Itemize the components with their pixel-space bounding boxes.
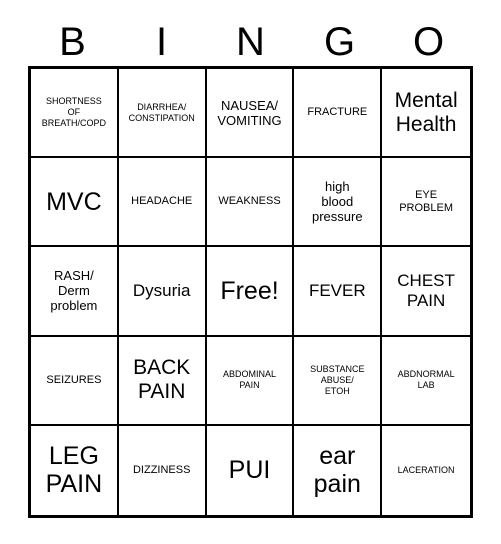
bingo-cell-label: SEIZURES	[46, 373, 102, 386]
bingo-cell-label: DIARRHEA/ CONSTIPATION	[128, 101, 195, 123]
bingo-cell-label: NAUSEA/ VOMITING	[217, 97, 282, 128]
bingo-cell[interactable]: SEIZURES	[31, 336, 119, 426]
bingo-cell[interactable]: ABDNORMAL LAB	[382, 336, 470, 426]
bingo-cell-label: ABDOMINAL PAIN	[222, 369, 276, 391]
bingo-cell[interactable]: SHORTNESS OF BREATH/COPD	[31, 69, 119, 159]
bingo-cell-label: Mental Health	[394, 88, 458, 136]
bingo-header-letter-n: N	[236, 20, 265, 64]
bingo-cell[interactable]: DIARRHEA/ CONSTIPATION	[118, 69, 207, 159]
bingo-header-letter-o: O	[412, 20, 445, 64]
bingo-header-letter-b: B	[59, 20, 86, 64]
bingo-cell[interactable]: Dysuria	[118, 247, 207, 337]
bingo-cell-free[interactable]: Free!	[206, 247, 295, 337]
bingo-cell-label: WEAKNESS	[218, 195, 281, 208]
bingo-cell-label: ear pain	[313, 442, 361, 499]
bingo-cell-label: RASH/ Derm problem	[50, 268, 98, 314]
bingo-cell-label: Dysuria	[132, 280, 191, 300]
bingo-cell[interactable]: WEAKNESS	[206, 158, 295, 248]
bingo-cell[interactable]: FRACTURE	[294, 69, 383, 159]
bingo-header: B I N G O	[28, 18, 473, 66]
bingo-cell-label: LACERATION	[397, 464, 455, 475]
bingo-header-letter-g: G	[323, 20, 356, 64]
bingo-cell[interactable]: MVC	[31, 158, 119, 248]
bingo-cell-label: HEADACHE	[131, 195, 193, 208]
bingo-cell[interactable]: HEADACHE	[118, 158, 207, 248]
bingo-cell[interactable]: Mental Health	[382, 69, 470, 159]
bingo-cell-label: FRACTURE	[307, 106, 368, 119]
bingo-cell[interactable]: high blood pressure	[294, 158, 383, 248]
bingo-cell-label: FEVER	[308, 280, 366, 300]
bingo-cell-label: LEG PAIN	[45, 442, 103, 499]
bingo-card: B I N G O SHORTNESS OF BREATH/COPD DIARRH…	[0, 0, 501, 544]
bingo-cell[interactable]: ear pain	[294, 425, 383, 515]
bingo-cell[interactable]: BACK PAIN	[118, 336, 207, 426]
bingo-cell-label: MVC	[46, 187, 102, 216]
bingo-cell-label: SHORTNESS OF BREATH/COPD	[41, 96, 107, 129]
bingo-cell-label: ABDNORMAL LAB	[397, 369, 455, 391]
bingo-cell[interactable]: LEG PAIN	[31, 425, 119, 515]
bingo-cell[interactable]: RASH/ Derm problem	[31, 247, 119, 337]
bingo-cell-label: BACK PAIN	[133, 356, 191, 404]
bingo-grid: SHORTNESS OF BREATH/COPD DIARRHEA/ CONSTI…	[28, 66, 473, 518]
bingo-cell[interactable]: DIZZINESS	[118, 425, 207, 515]
bingo-cell[interactable]: NAUSEA/ VOMITING	[206, 69, 295, 159]
bingo-cell[interactable]: ABDOMINAL PAIN	[206, 336, 295, 426]
bingo-cell-label: PUI	[228, 456, 271, 485]
bingo-cell-label: DIZZINESS	[132, 463, 191, 476]
bingo-cell[interactable]: FEVER	[294, 247, 383, 337]
bingo-cell-label: EYE PROBLEM	[399, 188, 453, 214]
bingo-cell-label: CHEST PAIN	[397, 270, 455, 310]
bingo-cell[interactable]: EYE PROBLEM	[382, 158, 470, 248]
bingo-cell[interactable]: CHEST PAIN	[382, 247, 470, 337]
bingo-cell[interactable]: LACERATION	[382, 425, 470, 515]
bingo-cell-label: SUBSTANCE ABUSE/ ETOH	[310, 363, 365, 396]
bingo-cell[interactable]: PUI	[206, 425, 295, 515]
bingo-cell-label: Free!	[220, 276, 279, 305]
bingo-header-letter-i: I	[155, 20, 168, 64]
bingo-cell[interactable]: SUBSTANCE ABUSE/ ETOH	[294, 336, 383, 426]
bingo-cell-label: high blood pressure	[312, 179, 363, 225]
